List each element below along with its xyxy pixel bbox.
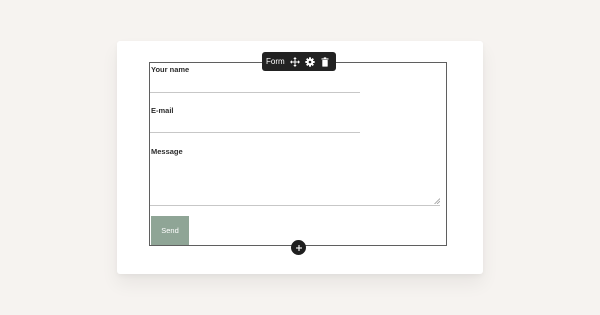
move-icon[interactable]	[289, 56, 300, 67]
resize-handle-icon[interactable]	[434, 198, 440, 204]
toolbar-block-type-label: Form	[266, 57, 285, 66]
add-block-button[interactable]	[291, 240, 306, 255]
email-field[interactable]	[150, 132, 360, 133]
block-toolbar: Form	[262, 52, 336, 71]
name-label: Your name	[151, 65, 190, 74]
send-button[interactable]: Send	[151, 216, 189, 245]
plus-icon	[295, 244, 302, 251]
email-label: E-mail	[151, 106, 174, 115]
trash-icon[interactable]	[320, 56, 330, 67]
name-field[interactable]	[150, 92, 360, 93]
gear-icon[interactable]	[304, 56, 315, 67]
message-field[interactable]	[150, 158, 440, 206]
form-block[interactable]	[149, 62, 447, 246]
message-label: Message	[151, 147, 183, 156]
